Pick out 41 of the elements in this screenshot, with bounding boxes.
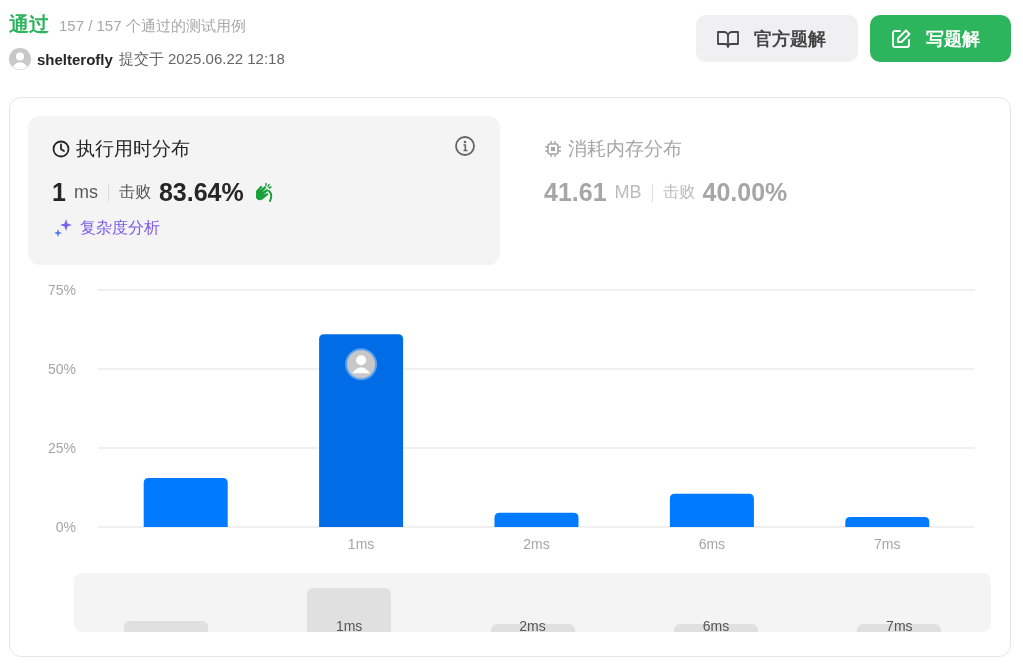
x-axis-label: 6ms <box>698 536 726 552</box>
y-axis-label: 50% <box>47 361 76 377</box>
info-icon[interactable] <box>454 135 476 157</box>
distribution-bar[interactable] <box>319 334 404 527</box>
stat-unit: ms <box>73 182 98 203</box>
stat-panel[interactable]: 执行用时分布 1 ms 击败 83.64% 复杂度分析 <box>28 116 500 265</box>
y-axis-label: 0% <box>55 519 76 535</box>
y-axis-label: 75% <box>47 282 76 298</box>
y-axis-label: 25% <box>47 440 76 456</box>
official-solution-button[interactable]: 官方题解 <box>696 15 858 62</box>
testcase-count: 157 / 157 个通过的测试用例 <box>59 17 246 36</box>
overview-label: 7ms <box>886 618 913 632</box>
panel-title: 消耗内存分布 <box>568 137 682 161</box>
submission-time: 提交于 2025.06.22 12:18 <box>118 49 285 69</box>
avatar-icon <box>9 48 31 70</box>
book-icon <box>716 28 740 49</box>
beats-label: 击败 <box>662 182 695 202</box>
overview-label: 6ms <box>702 618 730 632</box>
beats-label: 击败 <box>118 182 151 202</box>
stat-unit: MB <box>614 182 642 203</box>
clock-icon <box>52 140 70 158</box>
x-axis-label: 2ms <box>523 536 550 552</box>
x-axis-label: 1ms <box>347 536 375 552</box>
stat-value: 1 <box>52 178 66 207</box>
status-text: 通过 <box>9 12 49 37</box>
distribution-bar[interactable] <box>494 512 579 527</box>
chip-icon <box>544 140 562 158</box>
overview-label: 1ms <box>335 618 363 632</box>
username-link[interactable]: shelterofly <box>37 50 113 68</box>
complexity-analysis-link[interactable]: 复杂度分析 <box>80 217 160 239</box>
distribution-bar[interactable] <box>845 516 930 527</box>
range-overview[interactable]: 1ms 2ms 6ms 7ms <box>74 573 991 632</box>
edit-icon <box>890 27 912 50</box>
panel-title: 执行用时分布 <box>76 137 190 161</box>
avatar-icon <box>345 348 378 381</box>
distribution-bar[interactable] <box>669 493 754 527</box>
overview-label: 2ms <box>519 618 546 632</box>
stat-value: 41.61 <box>544 178 607 207</box>
beats-percent: 40.00% <box>702 178 788 207</box>
beats-percent: 83.64% <box>158 178 244 207</box>
x-axis-label: 7ms <box>874 536 901 552</box>
